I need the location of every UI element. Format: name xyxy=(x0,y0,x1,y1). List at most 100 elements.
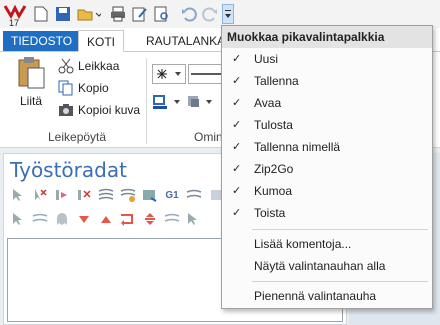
ribbon-separator xyxy=(146,58,147,144)
cut-label: Leikkaa xyxy=(78,59,120,73)
new-file-button[interactable] xyxy=(32,4,50,24)
check-icon: ✓ xyxy=(232,53,242,65)
select-all-icon[interactable] xyxy=(10,187,26,203)
verify-icon[interactable] xyxy=(120,187,136,203)
cut-button[interactable]: Leikkaa xyxy=(58,58,119,74)
menu-item-label: Toista xyxy=(254,206,286,220)
menu-header: Muokkaa pikavalintapalkkia xyxy=(222,26,432,48)
tab-file[interactable]: TIEDOSTO xyxy=(3,31,81,51)
panel-title: Työstöradat xyxy=(10,158,127,182)
menu-item-label: Tallenna xyxy=(254,74,299,88)
menu-item-label: Lisää komentoja... xyxy=(254,237,352,251)
menu-item-more-commands[interactable]: Lisää komentoja... xyxy=(222,233,432,255)
menu-item-save-as[interactable]: ✓ Tallenna nimellä xyxy=(222,136,432,158)
menu-item-label: Tulosta xyxy=(254,118,293,132)
check-icon: ✓ xyxy=(232,75,242,87)
undo-icon xyxy=(182,7,197,22)
line-style-dropdown[interactable] xyxy=(152,64,186,84)
app-logo-icon: 17 xyxy=(3,4,27,28)
svg-text:17: 17 xyxy=(9,18,19,28)
copy-icon xyxy=(58,80,73,96)
app-logo[interactable]: 17 xyxy=(3,2,27,28)
menu-item-new[interactable]: ✓ Uusi xyxy=(222,48,432,70)
new-file-icon xyxy=(34,6,48,22)
menu-item-undo[interactable]: ✓ Kumoa xyxy=(222,180,432,202)
check-icon: ✓ xyxy=(232,141,242,153)
menu-item-zip2go[interactable]: ✓ Zip2Go xyxy=(222,158,432,180)
menu-separator xyxy=(252,229,428,230)
color-dropdown[interactable] xyxy=(152,94,182,110)
properties-group-label: Omin xyxy=(194,130,223,144)
regenerate-dirty-icon[interactable] xyxy=(76,187,92,203)
paste-button[interactable]: Liitä xyxy=(16,56,46,108)
edit-button[interactable] xyxy=(130,4,150,24)
paste-label: Liitä xyxy=(19,94,42,108)
move-down-icon[interactable] xyxy=(76,211,92,227)
ghost-icon[interactable] xyxy=(54,211,70,227)
level-dropdown[interactable] xyxy=(186,94,216,110)
expand-collapse-icon[interactable] xyxy=(142,211,158,227)
print-icon xyxy=(111,6,125,22)
move-up-icon[interactable] xyxy=(98,211,114,227)
menu-item-minimize-ribbon[interactable]: Pienennä valintanauha xyxy=(222,285,432,307)
customize-qat-menu: Muokkaa pikavalintapalkkia ✓ Uusi ✓ Tall… xyxy=(221,25,433,309)
regenerate-icon[interactable] xyxy=(54,187,70,203)
clipboard-group-label: Leikepöytä xyxy=(48,130,107,144)
print-preview-icon xyxy=(154,6,168,22)
check-icon: ✓ xyxy=(232,207,242,219)
menu-item-label: Pienennä valintanauha xyxy=(254,289,377,303)
menu-item-label: Näytä valintanauhan alla xyxy=(254,259,386,273)
toolpaths-toolbar-row-2 xyxy=(10,208,202,230)
check-icon: ✓ xyxy=(232,97,242,109)
lock-toggle-icon[interactable] xyxy=(10,211,26,227)
print-button[interactable] xyxy=(108,4,128,24)
menu-item-redo[interactable]: ✓ Toista xyxy=(222,202,432,224)
menu-item-print[interactable]: ✓ Tulosta xyxy=(222,114,432,136)
backplot-icon[interactable] xyxy=(98,187,114,203)
menu-separator xyxy=(252,281,428,282)
menu-item-label: Tallenna nimellä xyxy=(254,140,341,154)
save-icon xyxy=(56,7,70,21)
tab-wireframe[interactable]: RAUTALANKA xyxy=(138,30,233,52)
menu-item-open[interactable]: ✓ Avaa xyxy=(222,92,432,114)
menu-item-label: Kumoa xyxy=(254,184,293,198)
check-icon: ✓ xyxy=(232,163,242,175)
scissors-icon xyxy=(58,58,74,74)
quick-access-toolbar: 17 xyxy=(0,0,440,28)
line-style-icon xyxy=(157,69,181,79)
menu-item-save[interactable]: ✓ Tallenna xyxy=(222,70,432,92)
redo-button[interactable] xyxy=(201,4,219,24)
copy-button[interactable]: Kopio xyxy=(58,80,109,96)
post-icon[interactable]: G1 xyxy=(164,187,180,203)
redo-icon xyxy=(202,7,217,22)
layers-icon xyxy=(188,96,212,107)
check-icon: ✓ xyxy=(232,185,242,197)
toolpaths-toolbar-row-1: G1 xyxy=(10,184,224,206)
copy-label: Kopio xyxy=(78,81,109,95)
customize-dropdown-icon xyxy=(225,10,231,18)
deselect-icon[interactable] xyxy=(32,187,48,203)
open-folder-icon xyxy=(77,9,101,21)
insert-arrow-icon[interactable] xyxy=(120,211,136,227)
edit-icon xyxy=(132,7,147,22)
color-fill-icon xyxy=(153,95,180,109)
line-type-dropdown[interactable] xyxy=(188,64,224,84)
display-toggle-icon[interactable] xyxy=(32,211,48,227)
check-icon: ✓ xyxy=(232,119,242,131)
print-preview-button[interactable] xyxy=(152,4,172,24)
save-button[interactable] xyxy=(54,4,72,24)
menu-item-show-below-ribbon[interactable]: Näytä valintanauhan alla xyxy=(222,255,432,277)
high-speed-icon[interactable] xyxy=(186,187,202,203)
tool-icon[interactable] xyxy=(164,211,180,227)
paste-icon xyxy=(18,57,45,89)
menu-item-label: Zip2Go xyxy=(254,162,294,176)
undo-button[interactable] xyxy=(180,4,198,24)
simulator-icon[interactable] xyxy=(142,187,158,203)
tab-home[interactable]: KOTI xyxy=(78,30,125,52)
open-button[interactable] xyxy=(76,4,102,24)
copy-image-button[interactable]: Kopioi kuva xyxy=(58,102,140,118)
menu-item-label: Uusi xyxy=(254,52,279,66)
solid-line-icon xyxy=(191,73,223,75)
customize-qat-button[interactable] xyxy=(222,4,234,24)
scroll-icon[interactable] xyxy=(186,211,202,227)
